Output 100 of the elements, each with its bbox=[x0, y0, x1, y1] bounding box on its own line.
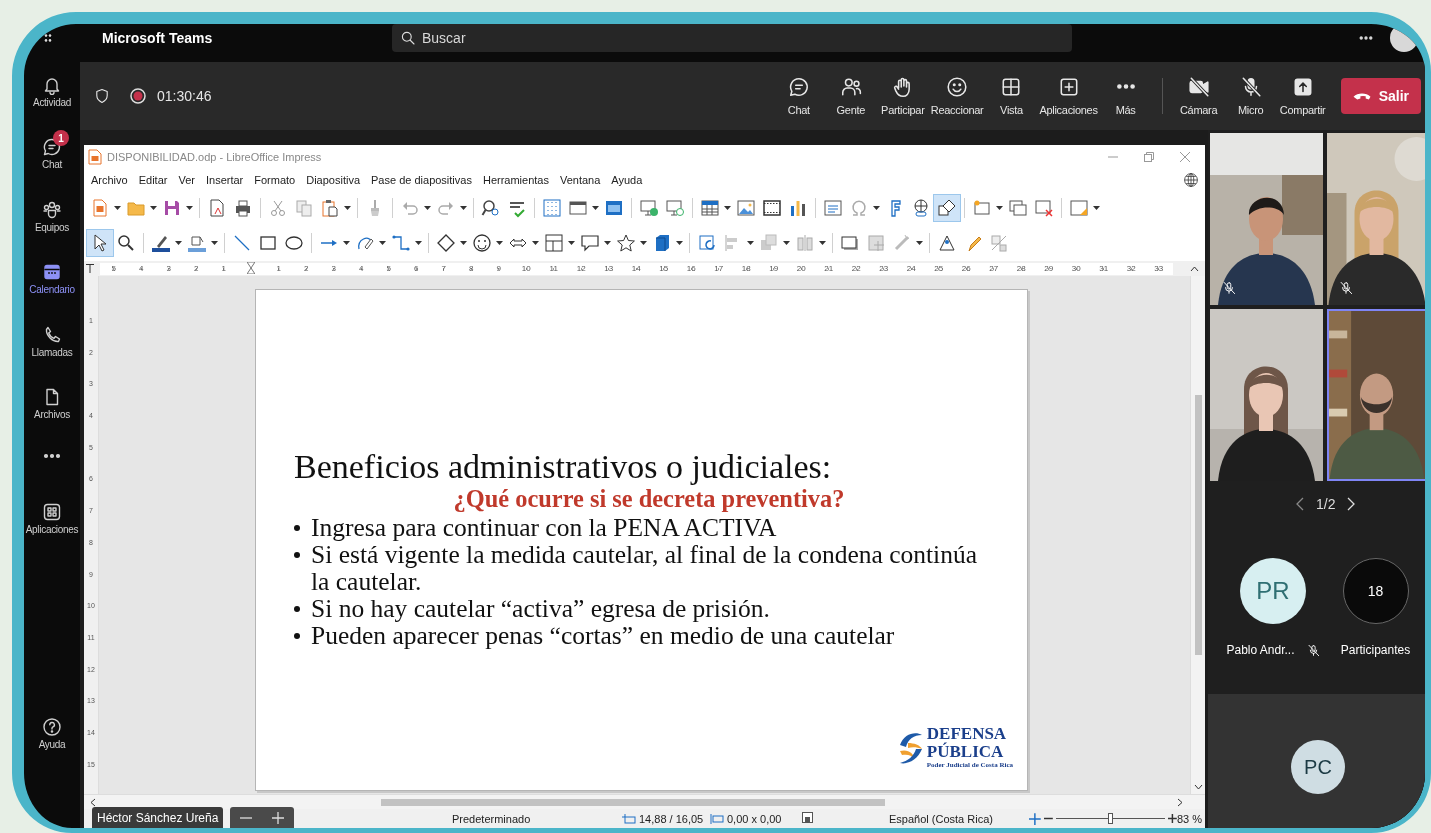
participant-count[interactable]: 18 bbox=[1342, 558, 1409, 624]
caret-icon[interactable] bbox=[175, 241, 182, 245]
caret-icon[interactable] bbox=[424, 206, 431, 210]
leave-button[interactable]: Salir bbox=[1340, 78, 1421, 114]
tab-stop-icon[interactable] bbox=[86, 264, 94, 273]
scroll-down-icon[interactable] bbox=[1193, 784, 1203, 790]
rail-item[interactable]: Aplicaciones bbox=[24, 494, 80, 557]
scroll-thumb[interactable] bbox=[381, 798, 885, 806]
help-icon bbox=[42, 716, 62, 737]
count-badge: 1 bbox=[53, 130, 69, 147]
menu-item[interactable]: Insertar bbox=[205, 174, 244, 186]
toolbar-button[interactable]: Micro bbox=[1224, 76, 1277, 116]
shapes-icon[interactable] bbox=[934, 195, 960, 221]
toolbar-button[interactable]: Participar bbox=[876, 76, 929, 116]
plus-icon[interactable] bbox=[272, 811, 285, 824]
toolbar-button[interactable]: Cámara bbox=[1172, 76, 1225, 116]
zoom-in-icon[interactable] bbox=[1168, 814, 1177, 823]
more-icon bbox=[1114, 83, 1137, 90]
rail-item[interactable]: Llamadas bbox=[24, 316, 80, 379]
scrollbar[interactable] bbox=[84, 794, 1205, 809]
caret-icon[interactable] bbox=[460, 206, 467, 210]
document-status-icon[interactable] bbox=[802, 812, 813, 823]
caret-icon[interactable] bbox=[114, 206, 121, 210]
scrollbar[interactable] bbox=[1190, 276, 1205, 794]
toolbar-button[interactable]: Reaccionar bbox=[928, 76, 986, 116]
caret-icon[interactable] bbox=[819, 241, 826, 245]
toolbar-button[interactable]: Vista bbox=[985, 76, 1038, 116]
menu-item[interactable]: Ventana bbox=[559, 174, 601, 186]
caret-icon[interactable] bbox=[343, 241, 350, 245]
caret-icon[interactable] bbox=[996, 206, 1003, 210]
caret-icon[interactable] bbox=[568, 241, 575, 245]
menu-item[interactable]: Ver bbox=[178, 174, 195, 186]
caret-icon[interactable] bbox=[532, 241, 539, 245]
app-title: Microsoft Teams bbox=[102, 30, 214, 46]
close-icon[interactable] bbox=[1179, 151, 1191, 163]
menu-item[interactable]: Archivo bbox=[91, 174, 128, 186]
avatar[interactable]: PR bbox=[1240, 558, 1306, 624]
caret-icon[interactable] bbox=[592, 206, 599, 210]
ruler: 5 4 3 2 1 1 2 3 4 5 6 7 8 9 10 11 12 13 14 15 16 17 18 19 20 21 22 23 24 25 26 27 28 29 30 31 32 33 bbox=[100, 262, 1173, 275]
chevron-left-icon[interactable] bbox=[1296, 497, 1304, 511]
menu-item[interactable]: Editar bbox=[138, 174, 168, 186]
page-indicator: 1/2 bbox=[1316, 496, 1336, 512]
rail-item[interactable]: Actividad bbox=[24, 67, 80, 130]
scroll-left-icon[interactable] bbox=[90, 797, 96, 807]
caret-icon[interactable] bbox=[415, 241, 422, 245]
caret-icon[interactable] bbox=[873, 206, 880, 210]
caret-icon[interactable] bbox=[460, 241, 467, 245]
scroll-thumb[interactable] bbox=[1194, 395, 1202, 655]
caret-icon[interactable] bbox=[150, 206, 157, 210]
bullet-text: Si no hay cautelar “activa” egresa de prisión. bbox=[311, 595, 770, 622]
toolbar-button[interactable]: Gente bbox=[824, 76, 877, 116]
caret-icon[interactable] bbox=[496, 241, 503, 245]
bullet-dot bbox=[294, 606, 300, 612]
shield-icon[interactable] bbox=[94, 87, 110, 105]
participant-name: Pablo Andr... bbox=[1226, 643, 1295, 657]
caret-icon[interactable] bbox=[676, 241, 683, 245]
caret-icon[interactable] bbox=[783, 241, 790, 245]
toolbar-button[interactable]: Chat bbox=[772, 76, 825, 116]
document-icon bbox=[88, 149, 102, 165]
more-icon[interactable] bbox=[42, 452, 62, 461]
toolbar-button[interactable]: Compartir bbox=[1276, 76, 1329, 116]
scroll-right-icon[interactable] bbox=[1177, 797, 1183, 807]
rail-item[interactable]: Calendario bbox=[24, 254, 80, 317]
toolbar-button[interactable]: Más bbox=[1099, 76, 1152, 116]
caret-icon[interactable] bbox=[916, 241, 923, 245]
menu-item[interactable]: Formato bbox=[254, 174, 296, 186]
pointer-icon[interactable] bbox=[87, 230, 113, 256]
more-icon[interactable] bbox=[1358, 35, 1374, 41]
zoom-controls[interactable] bbox=[230, 807, 295, 828]
rail-item[interactable]: Equipos bbox=[24, 191, 80, 255]
bullet-dot bbox=[294, 525, 300, 531]
menu-item[interactable]: Herramientas bbox=[482, 174, 549, 186]
slide-title: Beneficios administrativos o judiciales: bbox=[294, 450, 833, 484]
caret-icon[interactable] bbox=[640, 241, 647, 245]
caret-icon[interactable] bbox=[604, 241, 611, 245]
bullet-dot bbox=[294, 633, 300, 639]
scroll-up-icon[interactable] bbox=[1190, 265, 1199, 272]
caret-icon[interactable] bbox=[344, 206, 351, 210]
rail-item[interactable]: Archivos bbox=[24, 378, 80, 442]
status-text: 14,88 / 16,05 bbox=[639, 812, 704, 825]
menu-item[interactable]: Diapositiva bbox=[306, 174, 361, 186]
globe-icon[interactable] bbox=[1183, 172, 1199, 188]
restore-icon[interactable] bbox=[1143, 151, 1155, 163]
indent-marker-icon[interactable] bbox=[247, 261, 256, 274]
chevron-right-icon[interactable] bbox=[1347, 497, 1356, 511]
caret-icon[interactable] bbox=[724, 206, 731, 210]
caret-icon[interactable] bbox=[747, 241, 754, 245]
menu-item[interactable]: Ayuda bbox=[611, 174, 643, 186]
search-icon bbox=[400, 30, 416, 46]
caret-icon[interactable] bbox=[211, 241, 218, 245]
slider-thumb[interactable] bbox=[1108, 813, 1114, 824]
presenter-name: Héctor Sánchez Ureña bbox=[92, 807, 224, 828]
menu-item[interactable]: Pase de diapositivas bbox=[371, 174, 472, 186]
caret-icon[interactable] bbox=[379, 241, 386, 245]
caret-icon[interactable] bbox=[186, 206, 193, 210]
caret-icon[interactable] bbox=[1093, 206, 1100, 210]
toolbar-button[interactable]: Aplicaciones bbox=[1037, 76, 1100, 116]
help-button[interactable]: Ayuda bbox=[24, 708, 80, 772]
rail-item[interactable]: Chat 1 bbox=[24, 129, 80, 192]
search-field[interactable]: Buscar bbox=[392, 24, 1072, 52]
